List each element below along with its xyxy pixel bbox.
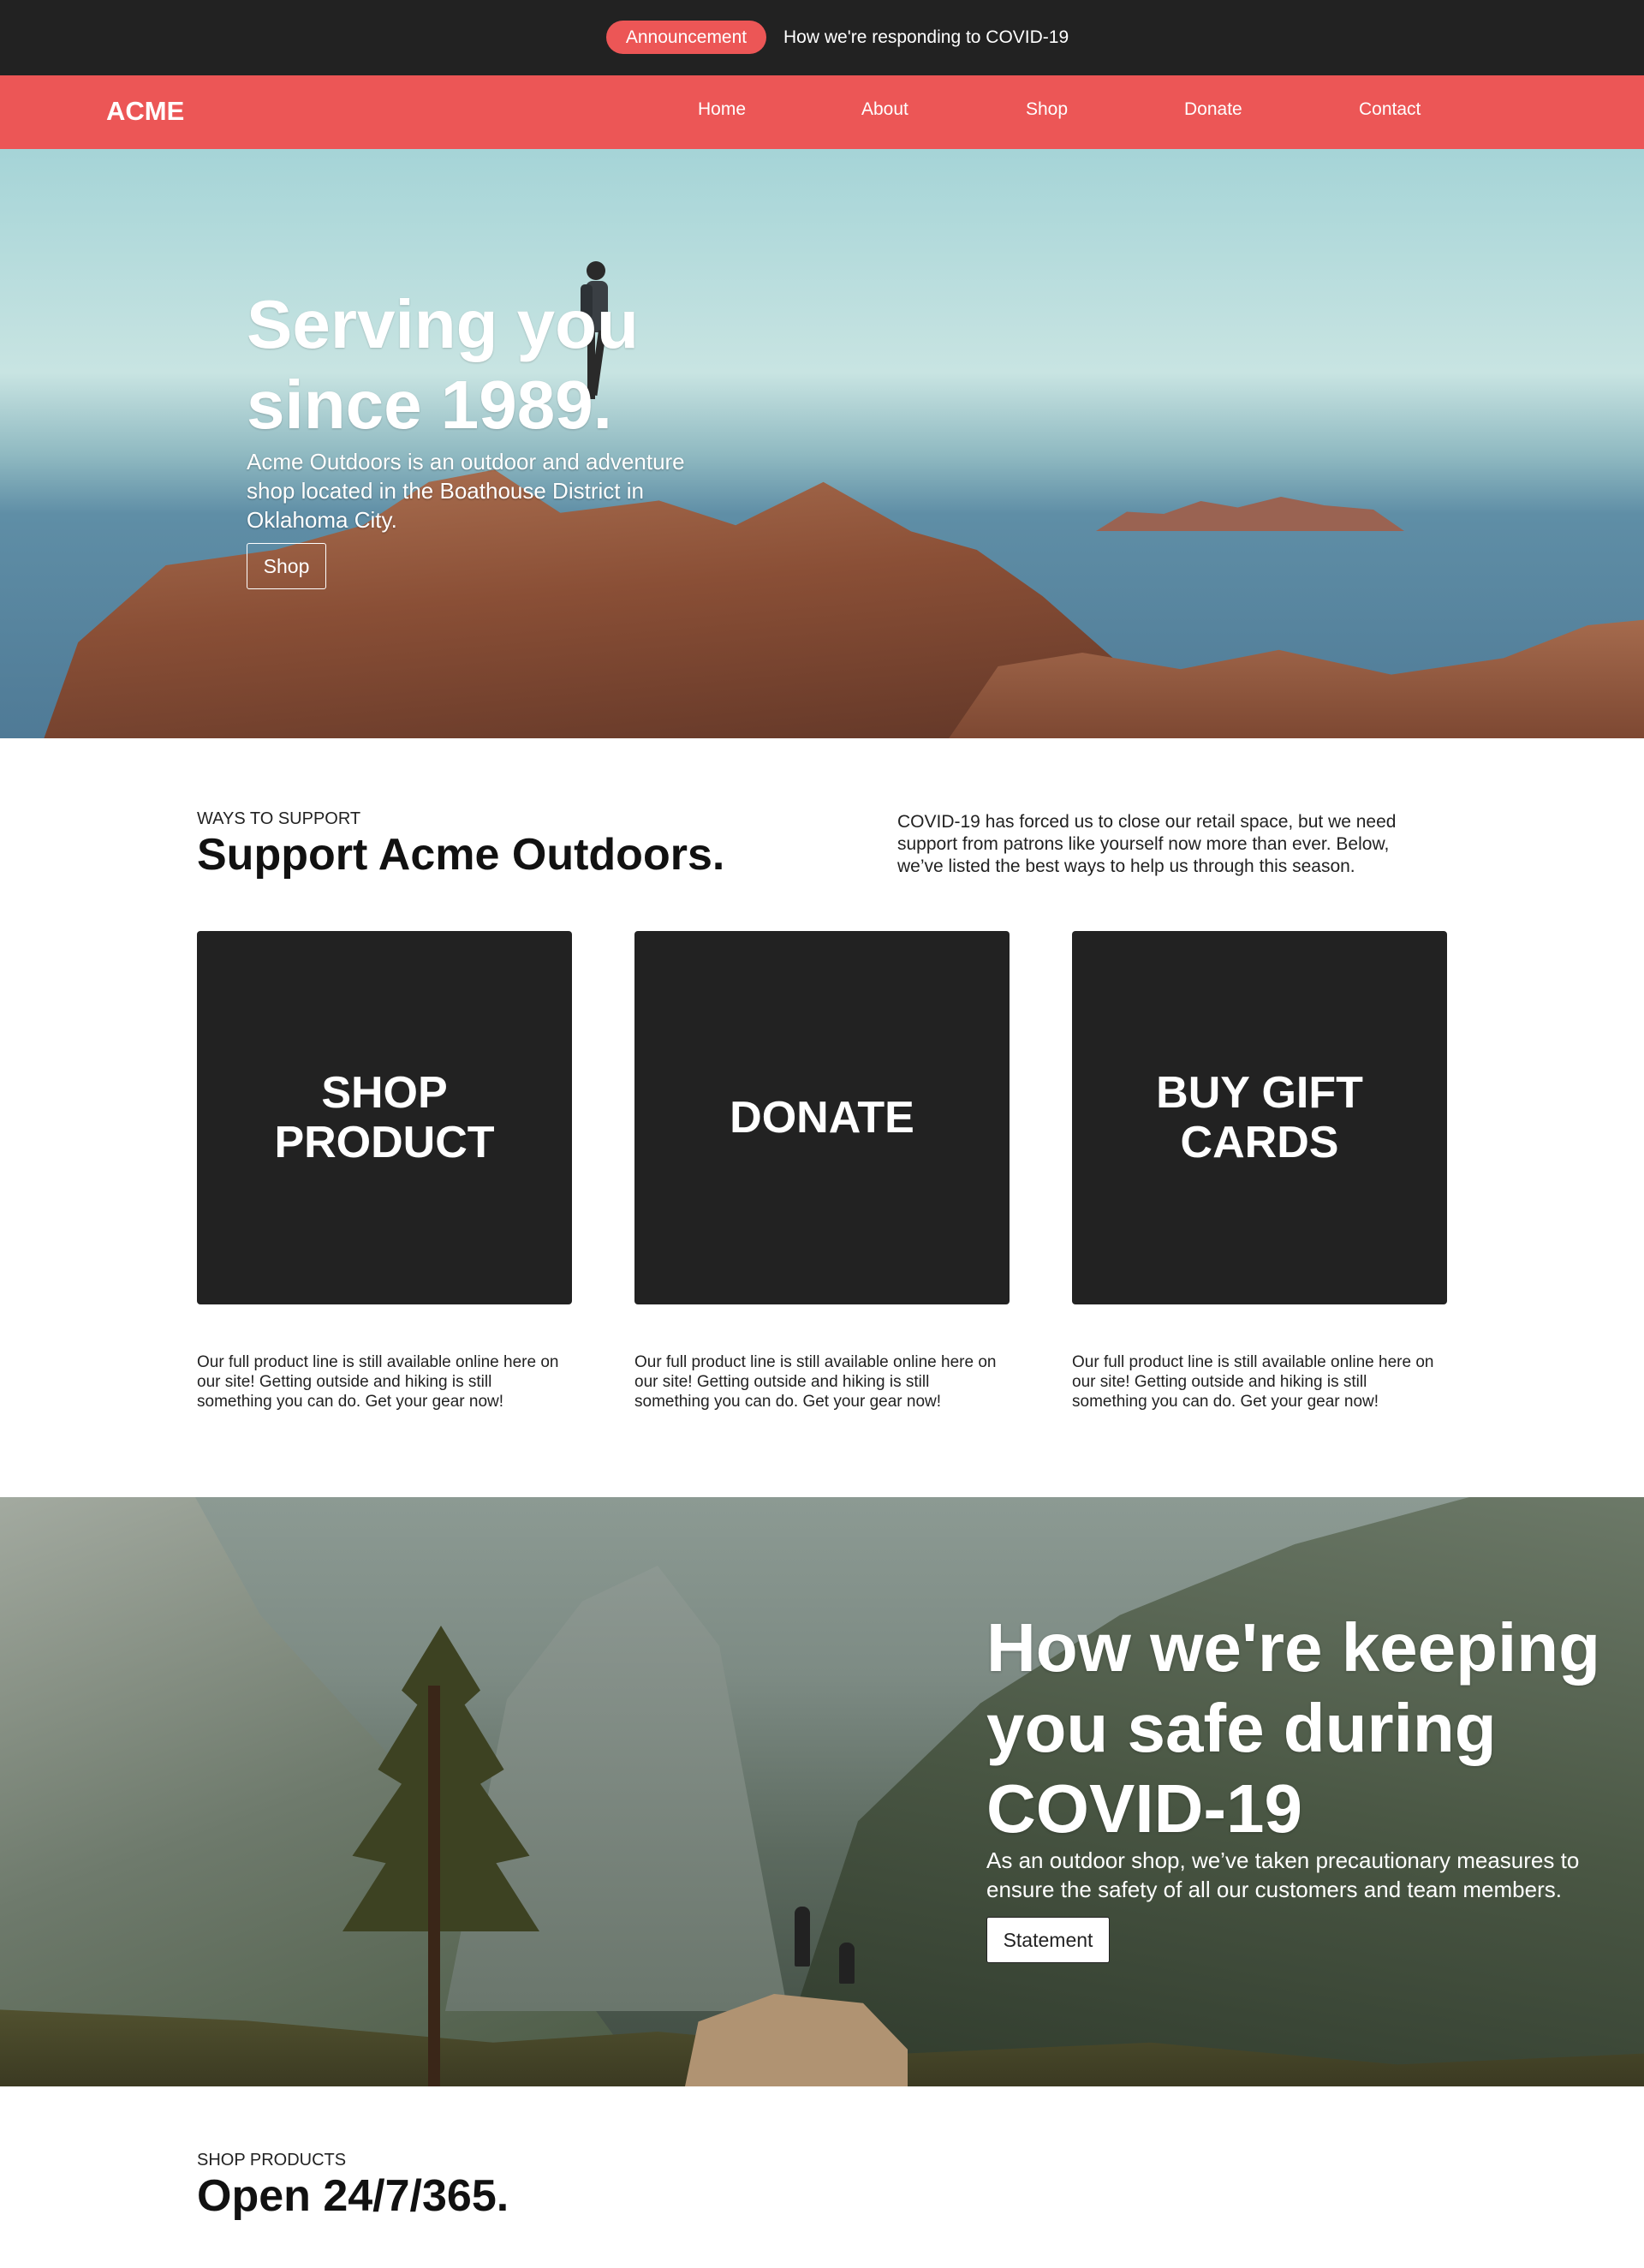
announcement-badge[interactable]: Announcement (606, 21, 766, 54)
covid-description: As an outdoor shop, we’ve taken precauti… (986, 1847, 1580, 1902)
nav-item-donate[interactable]: Donate (1184, 98, 1242, 122)
hero-background-island (1096, 497, 1404, 531)
support-eyebrow: WAYS TO SUPPORT (197, 809, 361, 828)
background-dome-peak (445, 1566, 788, 2011)
card-title: SHOP PRODUCT (274, 1068, 495, 1167)
hero-description: Acme Outdoors is an outdoor and adventur… (247, 449, 685, 533)
nav-item-shop[interactable]: Shop (1026, 98, 1068, 122)
hero-shop-button[interactable]: Shop (247, 543, 326, 589)
nav-item-home[interactable]: Home (698, 98, 746, 122)
hero-section: Serving you since 1989. Acme Outdoors is… (0, 149, 1644, 738)
shop-products-eyebrow: SHOP PRODUCTS (197, 2151, 347, 2170)
covid-safety-section: How we're keeping you safe during COVID-… (0, 1497, 1644, 2086)
person-standing-icon (795, 1907, 810, 1967)
nav-item-contact[interactable]: Contact (1359, 98, 1421, 122)
card-title: BUY GIFT CARDS (1156, 1068, 1363, 1167)
card-description: Our full product line is still available… (1072, 1353, 1434, 1411)
card-description: Our full product line is still available… (197, 1353, 559, 1411)
support-card-buy-gift-cards[interactable]: BUY GIFT CARDS (1072, 931, 1447, 1304)
covid-title: How we're keeping you safe during COVID-… (986, 1609, 1600, 1847)
covid-response-link[interactable]: How we're responding to COVID-19 (783, 26, 1069, 49)
main-navbar: ACME Home About Shop Donate Contact (0, 75, 1644, 149)
support-description: COVID-19 has forced us to close our reta… (897, 812, 1397, 876)
shop-products-title: Open 24/7/365. (197, 2171, 509, 2221)
support-title: Support Acme Outdoors. (197, 830, 725, 880)
statement-button[interactable]: Statement (986, 1917, 1110, 1963)
support-card-donate[interactable]: DONATE (634, 931, 1010, 1304)
hero-title: Serving you since 1989. (247, 286, 639, 443)
nav-item-about[interactable]: About (861, 98, 908, 122)
card-title: DONATE (730, 1093, 914, 1143)
support-card-shop-product[interactable]: SHOP PRODUCT (197, 931, 572, 1304)
pine-tree-trunk (428, 1686, 440, 2086)
person-sitting-icon (839, 1943, 855, 1984)
card-description: Our full product line is still available… (634, 1353, 997, 1411)
announcement-bar: Announcement How we're responding to COV… (0, 0, 1644, 75)
brand-logo[interactable]: ACME (106, 96, 184, 127)
